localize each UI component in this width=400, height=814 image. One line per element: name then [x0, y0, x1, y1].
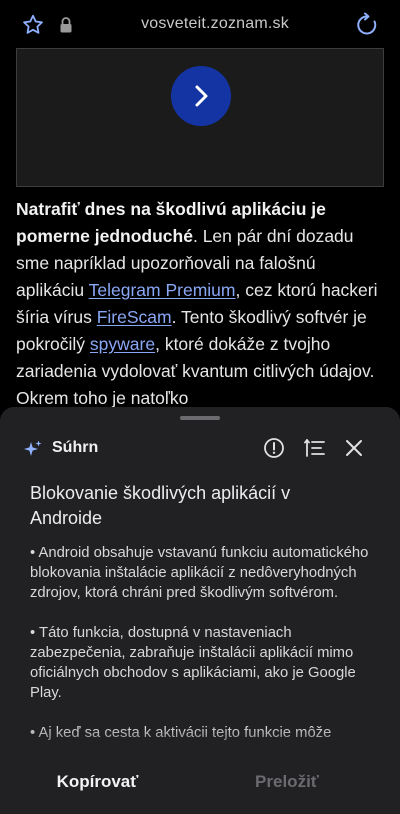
reload-icon[interactable]	[354, 12, 380, 38]
lock-icon	[60, 17, 72, 33]
star-icon[interactable]	[21, 13, 45, 37]
summary-sheet: Súhrn Blokovanie škodlivých aplikácií v …	[0, 407, 400, 814]
link-firescam[interactable]: FireScam	[97, 307, 172, 327]
play-button[interactable]	[171, 66, 231, 126]
summary-bullet: • Android obsahuje vstavanú funkciu auto…	[30, 545, 369, 601]
browser-toolbar: vosveteit.zoznam.sk	[0, 0, 400, 50]
chevron-right-icon	[195, 85, 208, 107]
summary-bullets: • Android obsahuje vstavanú funkciu auto…	[30, 543, 370, 747]
sheet-footer: Kopírovať Preložiť	[0, 747, 400, 814]
link-spyware[interactable]: spyware	[90, 334, 155, 354]
summary-content[interactable]: Blokovanie škodlivých aplikácií v Androi…	[0, 475, 400, 747]
close-icon[interactable]	[343, 437, 365, 459]
summary-title: Blokovanie škodlivých aplikácií v Androi…	[30, 483, 291, 528]
translate-button: Preložiť	[255, 772, 319, 791]
list-icon[interactable]	[304, 437, 326, 459]
sheet-title: Súhrn	[52, 439, 99, 456]
drag-handle[interactable]	[180, 416, 220, 420]
video-embed[interactable]	[16, 48, 384, 187]
url-text[interactable]: vosveteit.zoznam.sk	[100, 15, 330, 33]
article-paragraph: Natrafiť dnes na škodlivú aplikáciu je p…	[16, 196, 386, 412]
sheet-header: Súhrn	[0, 425, 400, 475]
copy-button[interactable]: Kopírovať	[40, 765, 155, 799]
screen: vosveteit.zoznam.sk Natrafiť dnes na ško…	[0, 0, 400, 814]
sparkle-icon	[24, 440, 42, 456]
web-page: Natrafiť dnes na škodlivú aplikáciu je p…	[0, 48, 400, 408]
info-icon[interactable]	[263, 437, 285, 459]
summary-bullet: • Táto funkcia, dostupná v nastaveniach …	[30, 625, 356, 701]
link-telegram-premium[interactable]: Telegram Premium	[89, 280, 236, 300]
